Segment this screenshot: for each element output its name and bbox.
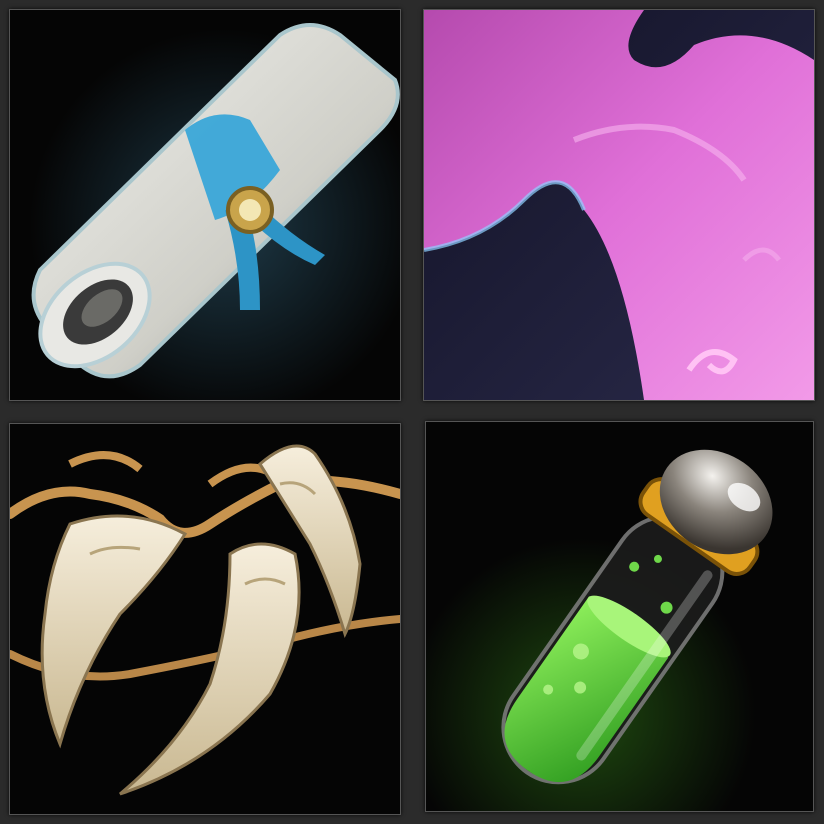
item-slot-cloth[interactable]	[423, 9, 815, 401]
scroll-icon	[10, 10, 400, 400]
green-vial-icon	[426, 422, 813, 811]
fang-necklace-icon	[10, 424, 400, 814]
item-slot-scroll[interactable]	[9, 9, 401, 401]
item-slot-green-potion[interactable]	[425, 421, 814, 812]
pink-cloth-icon	[424, 10, 814, 400]
item-slot-fang-necklace[interactable]	[9, 423, 401, 815]
item-icon-grid	[0, 0, 824, 824]
